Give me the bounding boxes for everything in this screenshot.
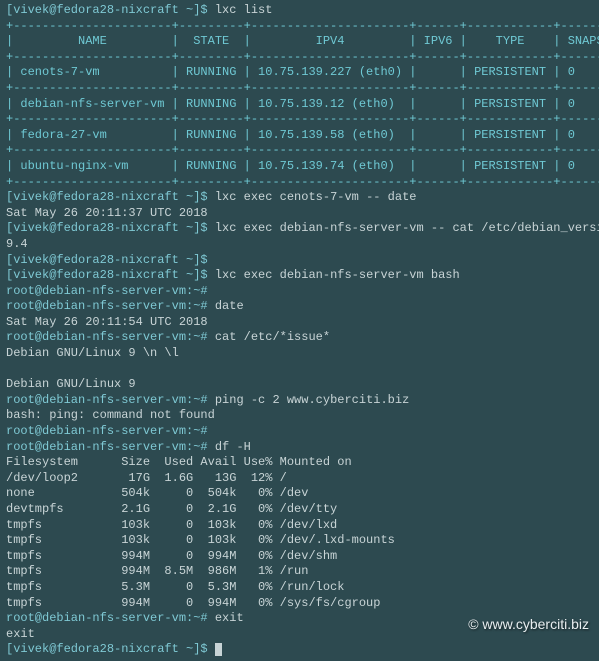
df-row: tmpfs 103k 0 103k 0% /dev/.lxd-mounts — [6, 533, 395, 547]
table-sep: +----------------------+---------+------… — [6, 112, 599, 126]
df-row: tmpfs 103k 0 103k 0% /dev/lxd — [6, 518, 337, 532]
table-row: | cenots-7-vm | RUNNING | 10.75.139.227 … — [6, 65, 599, 79]
terminal-window[interactable]: [vivek@fedora28-nixcraft ~]$ lxc list +-… — [0, 0, 599, 661]
df-row: tmpfs 994M 0 994M 0% /dev/shm — [6, 549, 337, 563]
prompt-user: [vivek@fedora28-nixcraft ~]$ — [6, 3, 215, 17]
out-date: Sat May 26 20:11:54 UTC 2018 — [6, 315, 208, 329]
table-sep: +----------------------+---------+------… — [6, 81, 599, 95]
watermark: © www.cyberciti.biz — [468, 615, 589, 633]
cmd-exec-date: lxc exec cenots-7-vm -- date — [215, 190, 417, 204]
cmd-exec-bash: lxc exec debian-nfs-server-vm bash — [215, 268, 460, 282]
df-row: /dev/loop2 17G 1.6G 13G 12% / — [6, 471, 287, 485]
df-row: tmpfs 994M 0 994M 0% /sys/fs/cgroup — [6, 596, 380, 610]
cmd-ping: ping -c 2 www.cyberciti.biz — [215, 393, 409, 407]
cursor — [215, 643, 222, 656]
cmd-exit: exit — [215, 611, 244, 625]
out-date: Sat May 26 20:11:37 UTC 2018 — [6, 206, 208, 220]
table-row: | fedora-27-vm | RUNNING | 10.75.139.58 … — [6, 128, 599, 142]
prompt-user: [vivek@fedora28-nixcraft ~]$ — [6, 642, 215, 656]
table-header: | NAME | STATE | IPV4 | IPV6 | TYPE | SN… — [6, 34, 599, 48]
out-issue: Debian GNU/Linux 9 — [6, 377, 136, 391]
out-ping-error: bash: ping: command not found — [6, 408, 215, 422]
df-row: none 504k 0 504k 0% /dev — [6, 486, 308, 500]
prompt-root: root@debian-nfs-server-vm:~# — [6, 424, 215, 438]
prompt-user: [vivek@fedora28-nixcraft ~]$ — [6, 253, 215, 267]
table-sep: +----------------------+---------+------… — [6, 19, 599, 33]
df-row: tmpfs 5.3M 0 5.3M 0% /run/lock — [6, 580, 344, 594]
df-row: tmpfs 994M 8.5M 986M 1% /run — [6, 564, 308, 578]
prompt-user: [vivek@fedora28-nixcraft ~]$ — [6, 221, 215, 235]
cmd-lxc-list: lxc list — [215, 3, 273, 17]
prompt-user: [vivek@fedora28-nixcraft ~]$ — [6, 268, 215, 282]
prompt-root: root@debian-nfs-server-vm:~# — [6, 299, 215, 313]
prompt-root: root@debian-nfs-server-vm:~# — [6, 611, 215, 625]
table-sep: +----------------------+---------+------… — [6, 143, 599, 157]
out-issue: Debian GNU/Linux 9 \n \l — [6, 346, 179, 360]
table-sep: +----------------------+---------+------… — [6, 50, 599, 64]
prompt-root: root@debian-nfs-server-vm:~# — [6, 330, 215, 344]
cmd-cat-issue: cat /etc/*issue* — [215, 330, 330, 344]
prompt-root: root@debian-nfs-server-vm:~# — [6, 393, 215, 407]
table-sep: +----------------------+---------+------… — [6, 175, 599, 189]
prompt-root: root@debian-nfs-server-vm:~# — [6, 284, 215, 298]
prompt-root: root@debian-nfs-server-vm:~# — [6, 440, 215, 454]
df-header: Filesystem Size Used Avail Use% Mounted … — [6, 455, 352, 469]
table-row: | debian-nfs-server-vm | RUNNING | 10.75… — [6, 97, 599, 111]
terminal-content: [vivek@fedora28-nixcraft ~]$ lxc list +-… — [6, 3, 593, 658]
cmd-date: date — [215, 299, 244, 313]
prompt-user: [vivek@fedora28-nixcraft ~]$ — [6, 190, 215, 204]
table-row: | ubuntu-nginx-vm | RUNNING | 10.75.139.… — [6, 159, 599, 173]
df-row: devtmpfs 2.1G 0 2.1G 0% /dev/tty — [6, 502, 337, 516]
cmd-df: df -H — [215, 440, 251, 454]
cmd-exec-debver: lxc exec debian-nfs-server-vm -- cat /et… — [215, 221, 599, 235]
out-debver: 9.4 — [6, 237, 28, 251]
